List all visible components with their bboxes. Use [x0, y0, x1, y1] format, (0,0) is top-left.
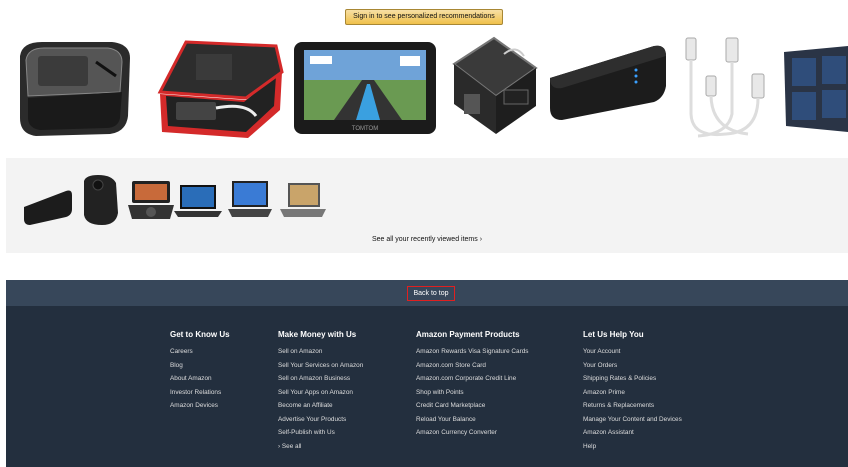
- footer-link[interactable]: Help: [583, 440, 682, 454]
- signin-banner: Sign in to see personalized recommendati…: [0, 5, 848, 25]
- product-usb-cables[interactable]: [678, 34, 774, 147]
- footer-link[interactable]: Amazon Prime: [583, 386, 682, 400]
- footer-column-payment-products: Amazon Payment Products Amazon Rewards V…: [416, 330, 528, 440]
- page: Sign in to see personalized recommendati…: [0, 0, 848, 467]
- svg-text:TOMTOM: TOMTOM: [352, 126, 378, 132]
- camera-case-icon: [84, 175, 118, 225]
- signin-recommendations-button[interactable]: Sign in to see personalized recommendati…: [345, 9, 503, 25]
- organizer-pouch-icon: [452, 36, 538, 134]
- footer-link[interactable]: Amazon Currency Converter: [416, 426, 528, 440]
- back-to-top-button[interactable]: Back to top: [407, 286, 455, 301]
- travel-case-icon: [20, 42, 130, 136]
- product-gps-navigator[interactable]: TOMTOM: [292, 40, 438, 141]
- recent-item-camera-case[interactable]: [78, 173, 122, 232]
- footer-column-title: Get to Know Us: [170, 330, 230, 339]
- footer-column-title: Let Us Help You: [583, 330, 644, 339]
- footer-link[interactable]: Returns & Replacements: [583, 399, 682, 413]
- footer-link[interactable]: Become an Affiliate: [278, 399, 363, 413]
- power-bank-icon: [24, 190, 72, 225]
- footer-link[interactable]: Investor Relations: [170, 386, 230, 400]
- product-carousel: TOMTOM: [6, 30, 848, 148]
- laptop-icon: [280, 183, 326, 217]
- footer-link[interactable]: Sell on Amazon: [278, 345, 363, 359]
- gps-navigator-icon: TOMTOM: [294, 42, 436, 134]
- recent-item-laptop-3[interactable]: [278, 181, 328, 226]
- footer-link[interactable]: Shop with Points: [416, 386, 528, 400]
- footer-link[interactable]: Reload Your Balance: [416, 413, 528, 427]
- footer-nav: Get to Know Us Careers Blog About Amazon…: [6, 306, 848, 467]
- footer-link[interactable]: Your Account: [583, 345, 682, 359]
- recently-viewed-section: See all your recently viewed items ›: [6, 158, 848, 253]
- usb-cable-icon: [685, 37, 765, 138]
- laptop-icon: [174, 185, 222, 217]
- footer-link[interactable]: Sell Your Apps on Amazon: [278, 386, 363, 400]
- footer-link[interactable]: Advertise Your Products: [278, 413, 363, 427]
- see-all-recently-viewed-link[interactable]: See all your recently viewed items ›: [6, 236, 848, 243]
- footer-column-title: Amazon Payment Products: [416, 330, 520, 339]
- product-travel-case[interactable]: [12, 36, 140, 147]
- red-travel-case-icon: [157, 40, 284, 138]
- footer-link[interactable]: Careers: [170, 345, 230, 359]
- product-power-bank[interactable]: [546, 42, 670, 127]
- footer-link[interactable]: About Amazon: [170, 372, 230, 386]
- footer-column-help: Let Us Help You Your Account Your Orders…: [583, 330, 682, 453]
- footer-link[interactable]: Amazon.com Store Card: [416, 359, 528, 373]
- laptop-icon: [228, 181, 272, 217]
- footer-link[interactable]: Blog: [170, 359, 230, 373]
- footer-link[interactable]: Amazon Devices: [170, 399, 230, 413]
- recent-item-laptop-2[interactable]: [228, 179, 272, 226]
- portable-dvd-icon: [128, 181, 174, 219]
- product-organizer-pouch[interactable]: [444, 34, 542, 143]
- footer-link[interactable]: Amazon.com Corporate Credit Line: [416, 372, 528, 386]
- footer-link-see-all[interactable]: › See all: [278, 440, 363, 454]
- footer-link[interactable]: Amazon Assistant: [583, 426, 682, 440]
- footer-column-title: Make Money with Us: [278, 330, 357, 339]
- footer-link[interactable]: Sell on Amazon Business: [278, 372, 363, 386]
- footer-link[interactable]: Amazon Rewards Visa Signature Cards: [416, 345, 528, 359]
- back-to-top-bar[interactable]: Back to top: [6, 280, 848, 306]
- footer-column-make-money: Make Money with Us Sell on Amazon Sell Y…: [278, 330, 363, 453]
- product-red-travel-case[interactable]: [156, 36, 290, 147]
- solar-panel-icon: [784, 46, 848, 132]
- footer-column-get-to-know-us: Get to Know Us Careers Blog About Amazon…: [170, 330, 230, 413]
- footer-link[interactable]: Sell Your Services on Amazon: [278, 359, 363, 373]
- footer-link[interactable]: Manage Your Content and Devices: [583, 413, 682, 427]
- power-bank-icon: [550, 45, 666, 120]
- footer-link[interactable]: Self-Publish with Us: [278, 426, 363, 440]
- recent-item-laptop-1[interactable]: [174, 183, 222, 224]
- footer-link[interactable]: Your Orders: [583, 359, 682, 373]
- recent-item-power-bank[interactable]: [22, 187, 74, 232]
- footer-link[interactable]: Credit Card Marketplace: [416, 399, 528, 413]
- footer-link[interactable]: Shipping Rates & Policies: [583, 372, 682, 386]
- recent-item-portable-dvd[interactable]: [126, 179, 176, 228]
- product-solar-panel[interactable]: [780, 44, 848, 139]
